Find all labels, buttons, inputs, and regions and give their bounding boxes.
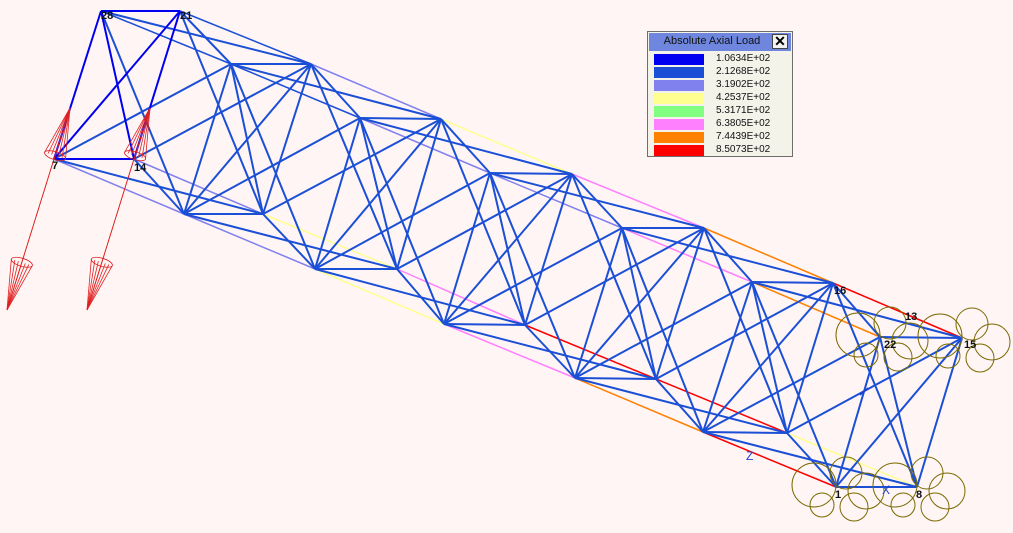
legend-swatch: [654, 145, 704, 156]
legend-rows: 1.0634E+02 2.1268E+02 3.1902E+02 4.2537E…: [654, 53, 790, 157]
truss-member: [786, 432, 837, 488]
legend-swatch: [654, 80, 704, 91]
node-label-13: 13: [905, 311, 917, 323]
support-spring-icon: [847, 472, 885, 510]
legend-row: 1.0634E+02: [654, 53, 790, 66]
support-spring-icon: [835, 312, 881, 358]
legend-value: 6.3805E+02: [716, 118, 771, 129]
support-spring-icon: [973, 323, 1011, 361]
legend-row: 2.1268E+02: [654, 66, 790, 79]
truss-member: [396, 118, 442, 270]
truss-member: [489, 172, 573, 175]
legend-swatch: [654, 119, 704, 130]
support-spring-icon: [928, 472, 966, 510]
truss-member: [314, 172, 491, 270]
load-arrow-icon: [124, 107, 151, 162]
truss-member: [574, 377, 788, 434]
legend-row: 4.2537E+02: [654, 92, 790, 105]
load-arrow-icon: [86, 158, 135, 311]
truss-member: [440, 118, 491, 174]
truss-member: [396, 268, 445, 325]
legend-value: 7.4439E+02: [716, 131, 771, 142]
legend-swatch: [654, 67, 704, 78]
legend-row: 3.1902E+02: [654, 79, 790, 92]
truss-member: [183, 63, 312, 215]
node-label-8: 8: [916, 489, 922, 501]
truss-member: [262, 213, 316, 270]
truss-member: [443, 172, 491, 325]
truss-viewport[interactable]: 28 21 7 14 16 13 22 15 1 8 X Z: [0, 0, 1013, 533]
legend-title: Absolute Axial Load: [663, 35, 761, 47]
legend-swatch: [654, 54, 704, 65]
node-label-14: 14: [134, 162, 147, 174]
axial-load-legend-window[interactable]: Absolute Axial Load ✕ 1.0634E+02 2.1268E…: [647, 31, 793, 157]
support-spring-icon: [873, 306, 907, 340]
node-label-1: 1: [835, 489, 841, 501]
close-icon[interactable]: ✕: [772, 34, 788, 49]
truss-member: [702, 282, 834, 433]
truss-member: [574, 377, 657, 380]
node-label-21: 21: [180, 10, 192, 22]
node-label-15: 15: [964, 339, 976, 351]
legend-value: 8.5073E+02: [716, 144, 771, 155]
legend-row: 7.4439E+02: [654, 131, 790, 144]
axis-x-label: X: [882, 483, 890, 497]
support-spring-icon: [955, 307, 989, 341]
truss-member: [314, 117, 361, 270]
truss-member: [179, 10, 312, 65]
truss-member: [571, 173, 623, 229]
truss-member: [310, 63, 361, 119]
legend-value: 5.3171E+02: [716, 105, 771, 116]
truss-member: [786, 282, 834, 434]
load-arrow-icon: [6, 158, 55, 311]
truss-members: [53, 10, 963, 488]
support-spring-icon: [920, 492, 950, 522]
support-spring-icon: [891, 322, 929, 360]
truss-member: [443, 227, 623, 325]
legend-row: 6.3805E+02: [654, 118, 790, 131]
node-label-7: 7: [52, 160, 58, 172]
legend-value: 3.1902E+02: [716, 79, 771, 90]
truss-member: [314, 118, 442, 270]
node-label-16: 16: [834, 285, 846, 297]
support-symbols: [791, 306, 1011, 522]
support-spring-icon: [829, 456, 863, 490]
legend-value: 4.2537E+02: [716, 92, 771, 103]
truss-member: [53, 10, 181, 160]
truss-member: [835, 336, 881, 488]
legend-swatch: [654, 93, 704, 104]
support-spring-icon: [910, 456, 944, 490]
legend-row: 5.3171E+02: [654, 105, 790, 118]
truss-member: [916, 337, 963, 488]
legend-row: 8.5073E+02: [654, 144, 790, 157]
legend-title-bar[interactable]: Absolute Axial Load ✕: [649, 33, 791, 51]
legend-value: 1.0634E+02: [716, 53, 771, 64]
truss-member: [443, 173, 573, 325]
support-spring-icon: [839, 492, 869, 522]
truss-member: [443, 323, 526, 326]
truss-member: [703, 227, 753, 283]
legend-value: 2.1268E+02: [716, 66, 771, 77]
truss-member: [751, 281, 834, 284]
axis-z-label: Z: [746, 449, 753, 463]
truss-member: [574, 227, 705, 379]
truss-member: [702, 431, 788, 434]
node-label-22: 22: [884, 339, 896, 351]
legend-swatch: [654, 132, 704, 143]
node-label-28: 28: [101, 10, 113, 22]
truss-member: [524, 324, 576, 379]
truss-member: [359, 117, 442, 120]
truss-member: [655, 378, 704, 433]
legend-swatch: [654, 106, 704, 117]
